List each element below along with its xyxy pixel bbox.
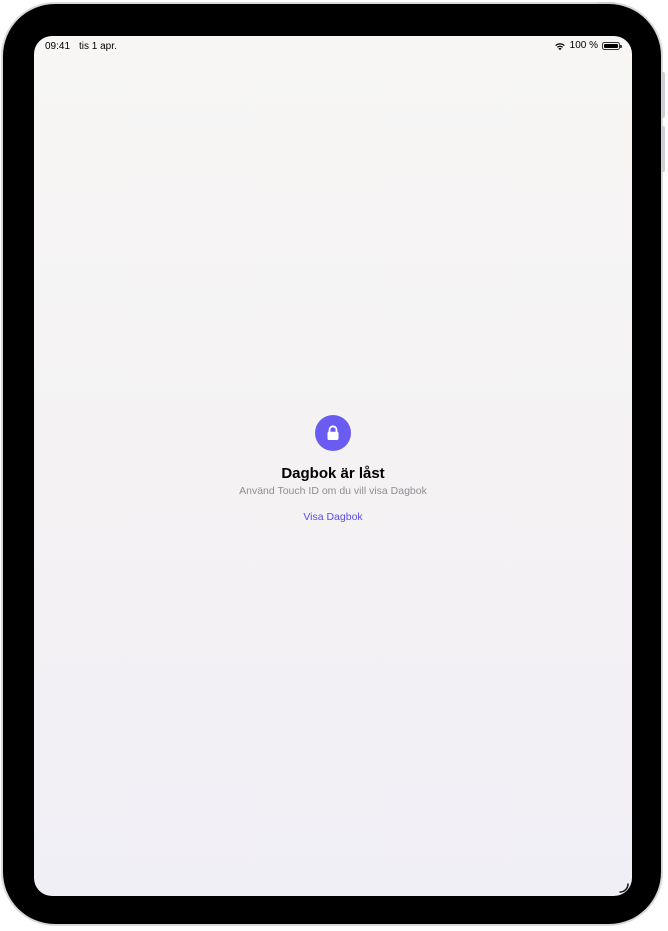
locked-title: Dagbok är låst: [281, 465, 385, 482]
status-date: tis 1 apr.: [79, 41, 117, 52]
status-time: 09:41: [45, 41, 71, 52]
volume-down-button: [661, 126, 665, 172]
battery-icon: [602, 41, 622, 50]
wifi-icon: [554, 42, 565, 50]
ipad-device-frame: 09:41 tis 1 apr. 100 % Dagbok är låst An…: [1, 2, 665, 926]
volume-up-button: [661, 72, 665, 118]
locked-content-panel: Dagbok är låst Använd Touch ID om du vil…: [34, 415, 632, 525]
battery-percentage: 100 %: [569, 40, 598, 51]
corner-indicator-icon: [619, 883, 629, 893]
locked-subtitle: Använd Touch ID om du vill visa Dagbok: [239, 485, 427, 497]
show-journal-button[interactable]: Visa Dagbok: [303, 511, 362, 523]
status-indicators: 100 %: [554, 40, 622, 51]
lock-badge: [315, 415, 351, 451]
screen: 09:41 tis 1 apr. 100 % Dagbok är låst An…: [34, 36, 632, 896]
status-bar: 09:41 tis 1 apr. 100 %: [34, 36, 632, 56]
lock-icon: [327, 425, 339, 440]
